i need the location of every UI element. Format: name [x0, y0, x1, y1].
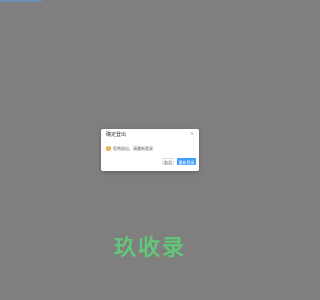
dialog-message: 您将退出，请重新登录	[113, 146, 153, 151]
relogin-button[interactable]: 重新登录	[177, 158, 196, 165]
dialog-title: 确定登出	[106, 132, 127, 138]
logout-confirm-dialog: 确定登出 × ! 您将退出，请重新登录 取消 重新登录	[101, 129, 199, 171]
watermark-logo: 玖收录	[113, 236, 186, 261]
close-icon[interactable]: ×	[189, 131, 195, 137]
warning-icon: !	[106, 146, 111, 151]
top-accent-bar	[0, 0, 42, 2]
cancel-button[interactable]: 取消	[162, 158, 174, 165]
